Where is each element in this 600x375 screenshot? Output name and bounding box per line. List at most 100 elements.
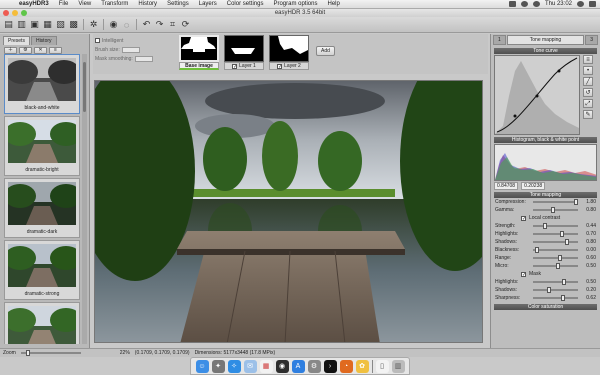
slider-value[interactable]: 0.80 bbox=[582, 207, 596, 213]
layer-visible-checkbox[interactable]: ✓ bbox=[277, 63, 282, 69]
slider-value[interactable]: 0.00 bbox=[582, 247, 596, 253]
preset-item[interactable]: black-and-white bbox=[4, 54, 80, 114]
slider-value[interactable]: 0.50 bbox=[582, 263, 596, 269]
slider-value[interactable]: 0.62 bbox=[582, 295, 596, 301]
menu-view[interactable]: View bbox=[73, 1, 96, 7]
slider-track[interactable] bbox=[533, 255, 578, 261]
slider-track[interactable] bbox=[533, 295, 578, 301]
slider-value[interactable]: 0.20 bbox=[582, 287, 596, 293]
preset-item[interactable]: enhance-boost-shadows bbox=[4, 302, 80, 344]
notification-center-icon[interactable] bbox=[589, 1, 596, 7]
zoom-window-icon[interactable] bbox=[21, 10, 27, 16]
mask[interactable]: ✓ Mask bbox=[491, 270, 600, 278]
open-folder-icon[interactable]: ▤ bbox=[3, 19, 14, 30]
slider-value[interactable]: 1.80 bbox=[582, 199, 596, 205]
menu-program-options[interactable]: Program options bbox=[268, 1, 322, 7]
document-icon[interactable]: ▯ bbox=[375, 359, 389, 373]
black-point-value[interactable]: 0.84708 bbox=[494, 182, 519, 190]
menu-app[interactable]: easyHDR3 bbox=[14, 1, 54, 7]
terminal-icon[interactable]: › bbox=[323, 359, 337, 373]
delete-preset-icon[interactable]: ✕ bbox=[34, 47, 47, 54]
slider-value[interactable]: 0.80 bbox=[582, 239, 596, 245]
tab-history[interactable]: History bbox=[30, 36, 57, 45]
image-canvas[interactable] bbox=[94, 80, 483, 343]
slider-knob[interactable] bbox=[551, 207, 555, 213]
tone-curve-header[interactable]: Tone curve bbox=[494, 48, 597, 54]
slider-track[interactable] bbox=[533, 263, 578, 269]
easyhdr-icon[interactable]: ◉ bbox=[275, 359, 289, 373]
layer-base-image[interactable]: Base image bbox=[179, 35, 219, 72]
battery-icon[interactable] bbox=[508, 1, 516, 7]
curve-expand-icon[interactable]: ⤢ bbox=[583, 99, 593, 108]
slider-knob[interactable] bbox=[560, 295, 565, 301]
launchpad-icon[interactable]: ✦ bbox=[211, 359, 225, 373]
slider-track[interactable] bbox=[533, 247, 578, 253]
spotlight-search-icon[interactable] bbox=[577, 1, 584, 7]
settings-icon[interactable]: ✲ bbox=[88, 19, 99, 30]
add-preset-icon[interactable]: ＋ bbox=[4, 47, 17, 54]
local-contrast-checkbox[interactable]: ✓ bbox=[521, 215, 526, 221]
refresh-icon[interactable]: ◌ bbox=[121, 19, 132, 30]
slider-knob[interactable] bbox=[560, 231, 564, 237]
tab-step-3[interactable]: 3 bbox=[585, 35, 598, 45]
slider-knob[interactable] bbox=[573, 199, 578, 205]
finder-icon[interactable]: ☺ bbox=[195, 359, 209, 373]
minimize-window-icon[interactable] bbox=[12, 10, 18, 16]
histogram-header[interactable]: Histogram, black & white point bbox=[494, 137, 597, 143]
menu-history[interactable]: History bbox=[133, 1, 162, 7]
save-as-icon[interactable]: ▦ bbox=[42, 19, 53, 30]
mail-icon[interactable]: ✉ bbox=[243, 359, 257, 373]
slider-knob[interactable] bbox=[535, 247, 540, 253]
histogram[interactable] bbox=[494, 144, 597, 181]
intelligent-checkbox[interactable] bbox=[95, 38, 100, 43]
calendar-icon[interactable]: ▦ bbox=[259, 359, 273, 373]
slider-track[interactable] bbox=[533, 199, 578, 205]
white-point-value[interactable]: 0.20238 bbox=[521, 182, 546, 190]
color-saturation-header[interactable]: Color saturation bbox=[494, 304, 597, 310]
export-icon[interactable]: ▧ bbox=[55, 19, 66, 30]
slider-knob[interactable] bbox=[542, 223, 547, 229]
add-layer-button[interactable]: Add bbox=[316, 46, 335, 56]
curve-reset-icon[interactable]: ↺ bbox=[583, 88, 593, 97]
curve-menu-icon[interactable]: ≡ bbox=[583, 55, 593, 64]
preset-settings-icon[interactable]: ⚙ bbox=[19, 47, 32, 54]
slider-track[interactable] bbox=[533, 239, 578, 245]
slider-knob[interactable] bbox=[557, 255, 562, 261]
curve-pick-icon[interactable]: ✎ bbox=[583, 110, 593, 119]
tab-presets[interactable]: Presets bbox=[3, 36, 30, 45]
slider-track[interactable] bbox=[533, 223, 578, 229]
zoom-slider-knob[interactable] bbox=[25, 350, 30, 356]
brush-size-input[interactable] bbox=[121, 46, 140, 53]
rotate-icon[interactable]: ⟳ bbox=[180, 19, 191, 30]
safari-icon[interactable]: ✧ bbox=[227, 359, 241, 373]
layer-visible-checkbox[interactable]: ✓ bbox=[232, 63, 237, 69]
presets-scrollbar[interactable] bbox=[82, 54, 87, 344]
undo-icon[interactable]: ↶ bbox=[141, 19, 152, 30]
slider-knob[interactable] bbox=[555, 263, 560, 269]
slider-value[interactable]: 0.50 bbox=[582, 279, 596, 285]
slider-value[interactable]: 0.60 bbox=[582, 255, 596, 261]
preset-item[interactable]: dramatic-dark bbox=[4, 178, 80, 238]
menu-layers[interactable]: Layers bbox=[194, 1, 222, 7]
slider-knob[interactable] bbox=[564, 239, 569, 245]
preset-item[interactable]: dramatic-strong bbox=[4, 240, 80, 300]
menu-file[interactable]: File bbox=[54, 1, 74, 7]
firefox-icon[interactable]: ◔ bbox=[339, 359, 353, 373]
slider-value[interactable]: 0.44 bbox=[582, 223, 596, 229]
curve-line-icon[interactable]: ╱ bbox=[583, 77, 593, 86]
slider-knob[interactable] bbox=[546, 287, 551, 293]
slider-track[interactable] bbox=[533, 287, 578, 293]
menu-help[interactable]: Help bbox=[322, 1, 344, 7]
menu-clock[interactable]: Thu 23:02 bbox=[545, 1, 572, 7]
app-store-icon[interactable]: A bbox=[291, 359, 305, 373]
close-window-icon[interactable] bbox=[3, 10, 9, 16]
slider-track[interactable] bbox=[533, 279, 578, 285]
menu-color-settings[interactable]: Color settings bbox=[222, 1, 269, 7]
mask-checkbox[interactable]: ✓ bbox=[521, 271, 526, 277]
slider-track[interactable] bbox=[533, 207, 578, 213]
open-images-icon[interactable]: ▥ bbox=[16, 19, 27, 30]
tab-tone-mapping[interactable]: Tone mapping bbox=[506, 35, 585, 45]
layer-2[interactable]: ✓ Layer 2 bbox=[269, 35, 309, 72]
preset-menu-icon[interactable]: ≡ bbox=[49, 47, 62, 54]
slider-value[interactable]: 0.70 bbox=[582, 231, 596, 237]
